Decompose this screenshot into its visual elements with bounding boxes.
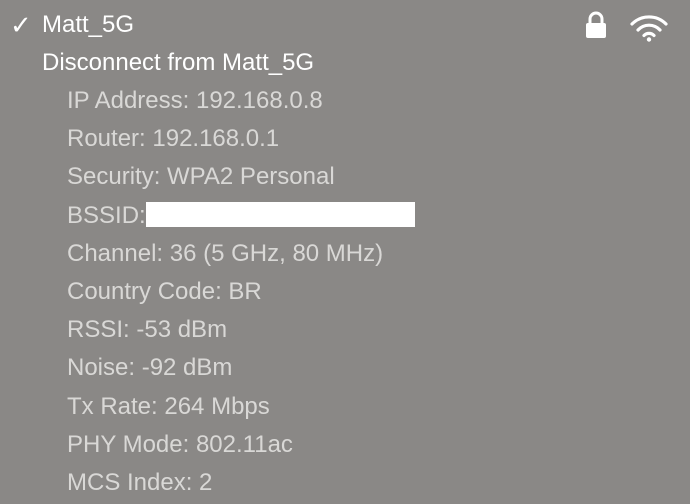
- detail-rssi: RSSI: -53 dBm: [67, 316, 228, 344]
- detail-security: Security: WPA2 Personal: [67, 163, 335, 191]
- wifi-menu: ✓ Matt_5G Disconnect from Matt_5G IP Add…: [0, 0, 690, 498]
- detail-country-code: Country Code: BR: [67, 277, 262, 305]
- detail-noise: Noise: -92 dBm: [67, 354, 233, 382]
- detail-tx-rate: Tx Rate: 264 Mbps: [67, 392, 270, 420]
- detail-bssid: BSSID:: [67, 199, 667, 237]
- lock-icon: [584, 10, 608, 40]
- checkmark-icon: ✓: [10, 10, 32, 40]
- network-name: Matt_5G: [42, 11, 135, 38]
- detail-bssid-label: BSSID:: [67, 201, 146, 229]
- detail-router: Router: 192.168.0.1: [67, 125, 280, 153]
- detail-mcs-index: MCS Index: 2: [67, 468, 213, 496]
- current-network-item[interactable]: ✓ Matt_5G: [0, 6, 690, 44]
- detail-ip-address: IP Address: 192.168.0.8: [67, 87, 323, 114]
- detail-channel: Channel: 36 (5 GHz, 80 MHz): [67, 239, 384, 267]
- disconnect-menu-item[interactable]: Disconnect from Matt_5G: [42, 46, 314, 80]
- network-details: IP Address: 192.168.0.8 Router: 192.168.…: [67, 84, 667, 504]
- detail-phy-mode: PHY Mode: 802.11ac: [67, 430, 293, 458]
- bssid-redaction: [145, 201, 415, 227]
- wifi-icon: [630, 14, 668, 42]
